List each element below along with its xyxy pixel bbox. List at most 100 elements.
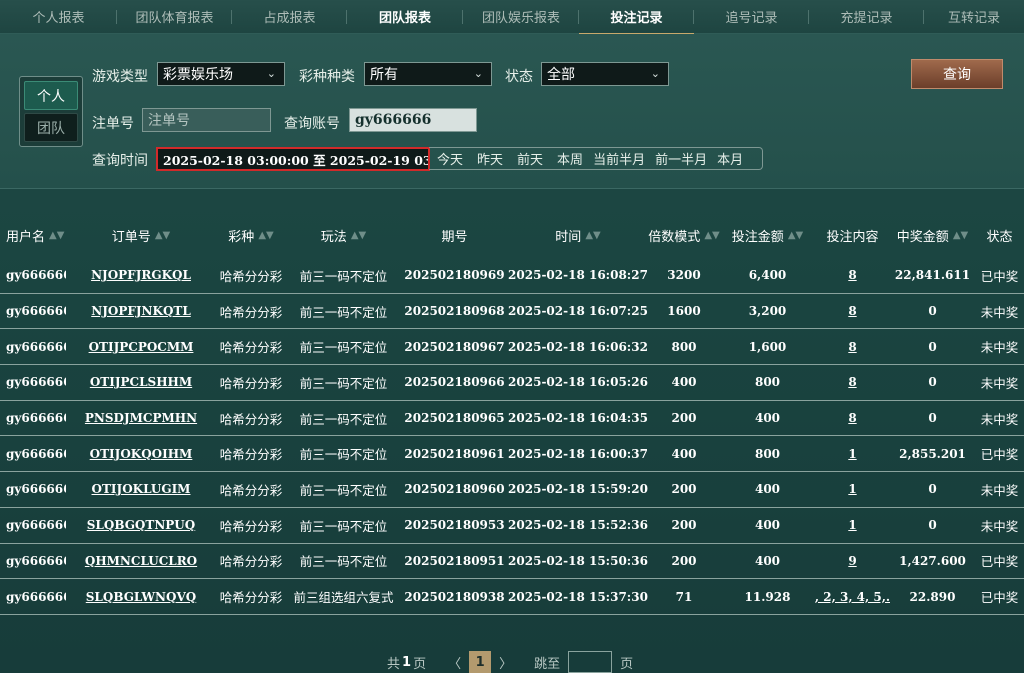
scope-team-button[interactable]: 团队 bbox=[24, 113, 78, 142]
col-bet-content: 投注内容 bbox=[815, 218, 890, 252]
header-label: 投注内容 bbox=[826, 229, 879, 245]
cell-win-amount: 1,427.600 bbox=[890, 544, 975, 579]
quick-yesterday[interactable]: 昨天 bbox=[477, 149, 503, 168]
tab-transfer-records[interactable]: 互转记录 bbox=[924, 0, 1024, 34]
cell-lottery: 哈希分分彩 bbox=[216, 472, 286, 507]
quick-this-month[interactable]: 本月 bbox=[717, 149, 743, 168]
col-time[interactable]: 时间 ▲▼ bbox=[508, 218, 648, 252]
cell-time: 2025-02-18 15:37:30 bbox=[508, 579, 648, 614]
cell-play-text: 前三一码不定位 bbox=[299, 340, 388, 356]
cell-time: 2025-02-18 16:06:32 bbox=[508, 329, 648, 364]
cell-order-no[interactable]: OTIJPCPOCMM bbox=[66, 329, 216, 364]
cell-win-amount-text: 0 bbox=[928, 339, 937, 354]
col-multiplier[interactable]: 倍数模式 ▲▼ bbox=[648, 218, 720, 252]
tab-team-entertainment-report[interactable]: 团队娱乐报表 bbox=[463, 0, 579, 34]
scope-personal-button[interactable]: 个人 bbox=[24, 81, 78, 110]
cell-order-no[interactable]: OTIJOKLUGIM bbox=[66, 472, 216, 507]
cell-bet-content-text[interactable]: 1 bbox=[848, 447, 856, 461]
table-header: 用户名 ▲▼ 订单号 ▲▼ 彩种 ▲▼ 玩法 ▲▼ 期号 时间 ▲▼ 倍数模式 ▲▼ 投注金… bbox=[0, 218, 1024, 252]
cell-order-no-text[interactable]: NJOPFJRGKQL bbox=[91, 268, 191, 282]
tab-personal-report[interactable]: 个人报表 bbox=[0, 0, 117, 34]
tab-label: 个人报表 bbox=[32, 11, 85, 26]
cell-bet-amount: 800 bbox=[720, 436, 815, 471]
cell-bet-content[interactable]: 1 bbox=[815, 508, 890, 543]
tab-share-report[interactable]: 占成报表 bbox=[232, 0, 347, 34]
cell-order-no-text[interactable]: OTIJOKQOIHM bbox=[90, 447, 193, 461]
quick-current-half-month[interactable]: 当前半月 bbox=[593, 149, 645, 168]
quick-today[interactable]: 今天 bbox=[437, 149, 463, 168]
cell-time: 2025-02-18 15:50:36 bbox=[508, 544, 648, 579]
cell-order-no-text[interactable]: PNSDJMCPMHN bbox=[85, 411, 197, 425]
cell-order-no[interactable]: OTIJOKQOIHM bbox=[66, 436, 216, 471]
order-no-input[interactable]: 注单号 bbox=[142, 108, 271, 132]
cell-order-no[interactable]: NJOPFJRGKQL bbox=[66, 258, 216, 293]
cell-bet-content[interactable]: 8 bbox=[815, 401, 890, 436]
col-bet-amount[interactable]: 投注金额 ▲▼ bbox=[720, 218, 815, 252]
cell-bet-content[interactable]: 1 bbox=[815, 436, 890, 471]
cell-bet-content-text[interactable]: 8 bbox=[848, 304, 856, 318]
cell-bet-content[interactable]: 8 bbox=[815, 329, 890, 364]
quick-previous-half-month[interactable]: 前一半月 bbox=[655, 149, 707, 168]
jump-page-input[interactable] bbox=[568, 651, 613, 673]
cell-bet-content[interactable]: 8 bbox=[815, 365, 890, 400]
cell-order-no[interactable]: SLQBGLWNQVQ bbox=[66, 579, 216, 614]
cell-order-no[interactable]: QHMNCLUCLRO bbox=[66, 544, 216, 579]
table-row: gy666666 OTIJOKLUGIM 哈希分分彩 前三一码不定位 202502180… bbox=[0, 472, 1024, 508]
account-input[interactable]: gy666666 bbox=[349, 108, 477, 132]
game-type-select[interactable]: 彩票娱乐场 ⌄ bbox=[157, 62, 285, 86]
cell-order-no-text[interactable]: SLQBGLWNQVQ bbox=[86, 590, 196, 604]
quick-this-week[interactable]: 本周 bbox=[557, 149, 583, 168]
cell-bet-content-text[interactable]: 1 bbox=[848, 482, 856, 496]
query-button[interactable]: 查询 bbox=[911, 59, 1003, 89]
cell-order-no[interactable]: NJOPFJNKQTL bbox=[66, 294, 216, 329]
col-play[interactable]: 玩法 ▲▼ bbox=[286, 218, 401, 252]
cell-bet-content-text[interactable]: 9 bbox=[848, 554, 856, 568]
cell-order-no[interactable]: SLQBGQTNPUQ bbox=[66, 508, 216, 543]
col-username[interactable]: 用户名 ▲▼ bbox=[0, 218, 66, 252]
cell-multiplier-text: 800 bbox=[671, 339, 697, 354]
cell-bet-content[interactable]: 8 bbox=[815, 294, 890, 329]
status-select[interactable]: 全部 ⌄ bbox=[541, 62, 669, 86]
cell-bet-content[interactable]: 9 bbox=[815, 544, 890, 579]
col-status: 状态 bbox=[975, 218, 1024, 252]
cell-order-no-text[interactable]: QHMNCLUCLRO bbox=[85, 554, 197, 568]
prev-page-button[interactable]: 〈 bbox=[448, 653, 461, 672]
cell-bet-content-text[interactable]: 8 bbox=[848, 340, 856, 354]
col-order-no[interactable]: 订单号 ▲▼ bbox=[66, 218, 216, 252]
tab-label: 团队报表 bbox=[378, 11, 431, 26]
cell-lottery-text: 哈希分分彩 bbox=[219, 554, 283, 570]
cell-bet-content[interactable]: 8 bbox=[815, 258, 890, 293]
cell-username-text: gy666666 bbox=[6, 589, 66, 604]
cell-multiplier-text: 200 bbox=[671, 553, 697, 568]
date-range-input[interactable]: 2025-02-18 03:00:00 至 2025-02-19 03:00:0… bbox=[156, 147, 430, 171]
col-win-amount[interactable]: 中奖金额 ▲▼ bbox=[890, 218, 975, 252]
col-lottery[interactable]: 彩种 ▲▼ bbox=[216, 218, 286, 252]
sort-icon: ▲▼ bbox=[704, 229, 720, 241]
cell-bet-content[interactable]: 1 bbox=[815, 472, 890, 507]
lottery-type-select[interactable]: 所有 ⌄ bbox=[364, 62, 492, 86]
tab-chase-records[interactable]: 追号记录 bbox=[694, 0, 809, 34]
cell-order-no-text[interactable]: OTIJPCLSHHM bbox=[90, 375, 192, 389]
table-row: gy666666 NJOPFJNKQTL 哈希分分彩 前三一码不定位 202502180… bbox=[0, 294, 1024, 330]
cell-bet-content-text[interactable]: 8 bbox=[848, 268, 856, 282]
cell-order-no[interactable]: OTIJPCLSHHM bbox=[66, 365, 216, 400]
current-page-button[interactable]: 1 bbox=[469, 651, 492, 673]
cell-bet-content[interactable]: 1, 2, 3, 4, 5,... bbox=[815, 579, 890, 614]
next-page-button[interactable]: 〉 bbox=[499, 653, 512, 672]
tab-team-sports-report[interactable]: 团队体育报表 bbox=[117, 0, 232, 34]
tab-team-report[interactable]: 团队报表 bbox=[347, 0, 463, 34]
cell-bet-content-text[interactable]: 8 bbox=[848, 375, 856, 389]
quick-day-before[interactable]: 前天 bbox=[517, 149, 543, 168]
cell-bet-content-text[interactable]: 8 bbox=[848, 411, 856, 425]
cell-order-no-text[interactable]: NJOPFJNKQTL bbox=[91, 304, 191, 318]
cell-issue-text: 202502180960 bbox=[404, 482, 505, 497]
cell-bet-content-text[interactable]: 1, 2, 3, 4, 5,... bbox=[815, 590, 890, 604]
cell-status: 已中奖 bbox=[975, 258, 1024, 293]
cell-order-no[interactable]: PNSDJMCPMHN bbox=[66, 401, 216, 436]
tab-deposit-withdraw-records[interactable]: 充提记录 bbox=[809, 0, 924, 34]
tab-bet-records[interactable]: 投注记录 bbox=[579, 0, 694, 35]
cell-order-no-text[interactable]: OTIJOKLUGIM bbox=[92, 482, 191, 496]
cell-order-no-text[interactable]: OTIJPCPOCMM bbox=[89, 340, 194, 354]
cell-order-no-text[interactable]: SLQBGQTNPUQ bbox=[87, 518, 195, 532]
cell-bet-content-text[interactable]: 1 bbox=[848, 518, 856, 532]
